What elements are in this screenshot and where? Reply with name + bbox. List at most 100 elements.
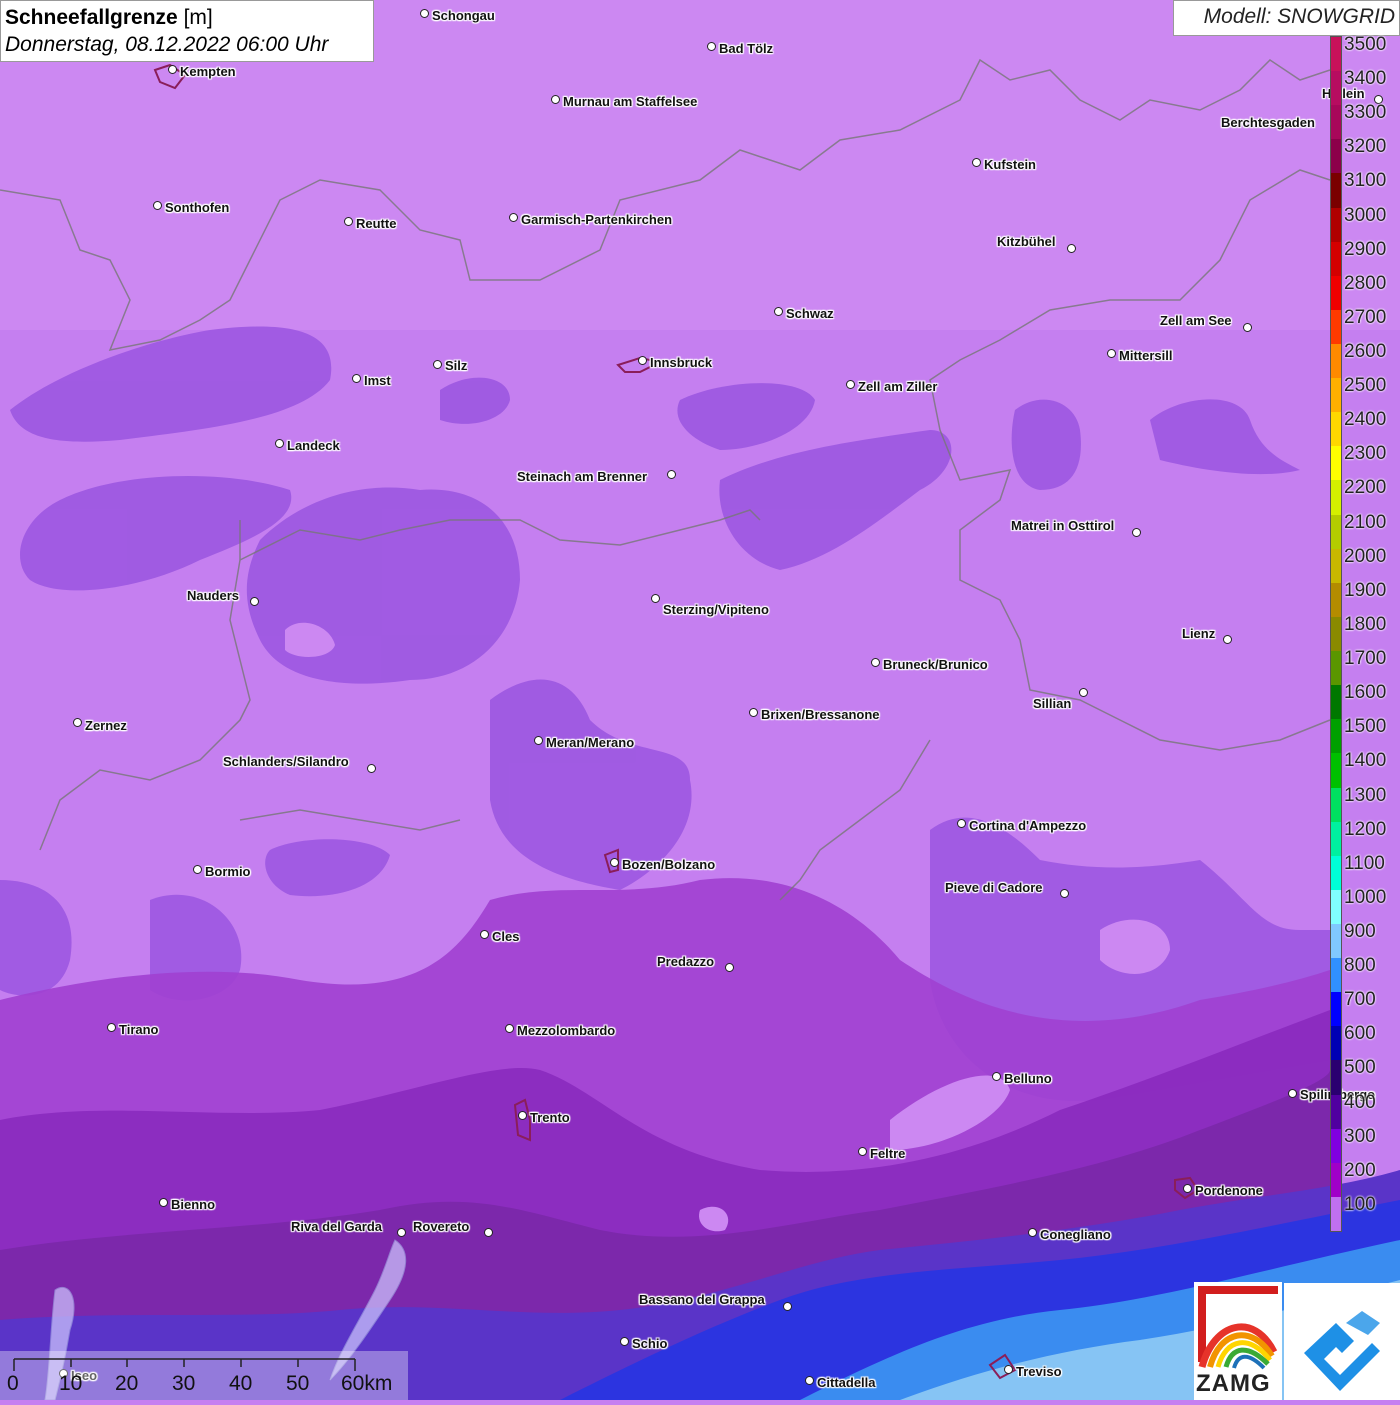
city-marker <box>638 356 647 365</box>
city-label: Mezzolombardo <box>517 1023 616 1038</box>
legend-label: 100 <box>1344 1193 1376 1215</box>
city-marker <box>509 213 518 222</box>
city-label: Garmisch-Partenkirchen <box>521 212 673 227</box>
city-label: Bad Tölz <box>719 41 774 56</box>
city-marker <box>534 736 543 745</box>
city-label: Schlanders/Silandro <box>223 754 349 769</box>
city-marker <box>344 217 353 226</box>
legend-swatch <box>1331 1162 1341 1198</box>
legend-swatch <box>1331 37 1341 72</box>
legend-label: 3500 <box>1344 34 1387 55</box>
legend-label: 700 <box>1344 989 1376 1011</box>
city-marker <box>250 597 259 606</box>
scale-label: 50 <box>286 1372 310 1395</box>
city-marker <box>73 718 82 727</box>
legend-swatch <box>1331 855 1341 891</box>
city-marker <box>667 470 676 479</box>
city-marker <box>957 819 966 828</box>
legend-label: 2100 <box>1344 511 1387 533</box>
legend-label: 2600 <box>1344 341 1387 363</box>
geosphere-logo <box>1284 1283 1400 1400</box>
legend-swatch <box>1331 275 1341 311</box>
city-marker <box>168 65 177 74</box>
city-marker <box>367 764 376 773</box>
legend-swatch <box>1331 71 1341 106</box>
city-label: Brixen/Bressanone <box>761 707 880 722</box>
legend-label: 1400 <box>1344 750 1387 772</box>
city-label: Zell am See <box>1160 313 1232 328</box>
city-marker <box>871 658 880 667</box>
scale-label: 60km <box>341 1372 393 1395</box>
city-label: Riva del Garda <box>291 1219 383 1234</box>
color-legend <box>1330 36 1342 1232</box>
legend-swatch <box>1331 1128 1341 1164</box>
legend-label: 800 <box>1344 955 1376 977</box>
city-marker <box>551 95 560 104</box>
legend-swatch <box>1331 685 1341 720</box>
legend-label: 3000 <box>1344 204 1387 226</box>
city-label: Sillian <box>1033 696 1072 711</box>
legend-label: 300 <box>1344 1125 1376 1147</box>
city-label: Sterzing/Vipiteno <box>663 602 769 617</box>
city-label: Matrei in Osttirol <box>1011 518 1115 533</box>
map-title: Schneefallgrenze [m] <box>5 6 213 29</box>
city-marker <box>620 1337 629 1346</box>
city-marker <box>749 708 758 717</box>
legend-label: 3300 <box>1344 102 1387 124</box>
legend-label: 900 <box>1344 920 1376 942</box>
legend-swatch <box>1331 753 1341 788</box>
city-label: Lienz <box>1182 626 1216 641</box>
city-marker <box>352 374 361 383</box>
legend-swatch <box>1331 344 1341 379</box>
legend-swatch <box>1331 787 1341 823</box>
city-label: Innsbruck <box>650 355 713 370</box>
city-marker <box>480 930 489 939</box>
legend-swatch <box>1331 923 1341 959</box>
city-label: Zernez <box>85 718 127 733</box>
city-marker <box>846 380 855 389</box>
legend-label: 3100 <box>1344 170 1387 192</box>
legend-label: 2300 <box>1344 443 1387 465</box>
city-label: Cittadella <box>817 1375 876 1390</box>
city-label: Steinach am Brenner <box>517 469 648 484</box>
legend-label: 1800 <box>1344 613 1387 635</box>
legend-label: 1200 <box>1344 818 1387 840</box>
city-marker <box>707 42 716 51</box>
legend-swatch <box>1331 173 1341 209</box>
legend-swatch <box>1331 651 1341 686</box>
city-label: Bienno <box>171 1197 216 1212</box>
legend-label: 1500 <box>1344 716 1387 738</box>
city-label: Trento <box>530 1110 570 1125</box>
city-marker <box>518 1111 527 1120</box>
city-marker <box>1079 688 1088 697</box>
city-label: Belluno <box>1004 1071 1052 1086</box>
city-marker <box>1107 349 1116 358</box>
city-label: Schio <box>632 1336 668 1351</box>
city-marker <box>397 1228 406 1237</box>
city-label: Zell am Ziller <box>858 379 938 394</box>
city-label: Bruneck/Brunico <box>883 657 988 672</box>
city-label: Berchtesgaden <box>1221 115 1315 130</box>
city-label: Meran/Merano <box>546 735 635 750</box>
legend-swatch <box>1331 309 1341 345</box>
legend-label: 600 <box>1344 1023 1376 1045</box>
city-label: Tirano <box>119 1022 159 1037</box>
city-marker <box>193 865 202 874</box>
city-marker <box>1060 889 1069 898</box>
scale-label: 40 <box>229 1372 253 1395</box>
city-label: Silz <box>445 358 468 373</box>
city-marker <box>1004 1365 1013 1374</box>
scale-label: 30 <box>172 1372 196 1395</box>
legend-swatch <box>1331 139 1341 174</box>
city-marker <box>275 439 284 448</box>
legend-swatch <box>1331 958 1341 993</box>
city-label: Pordenone <box>1195 1183 1263 1198</box>
legend-swatch <box>1331 1060 1341 1096</box>
city-label: Murnau am Staffelsee <box>563 94 698 109</box>
city-label: Schwaz <box>786 306 834 321</box>
city-label: Sonthofen <box>165 200 230 215</box>
legend-label: 2400 <box>1344 409 1387 431</box>
scale-label: 10 <box>59 1372 83 1395</box>
zamg-logo-text: ZAMG <box>1196 1370 1271 1397</box>
legend-label: 1000 <box>1344 886 1387 908</box>
